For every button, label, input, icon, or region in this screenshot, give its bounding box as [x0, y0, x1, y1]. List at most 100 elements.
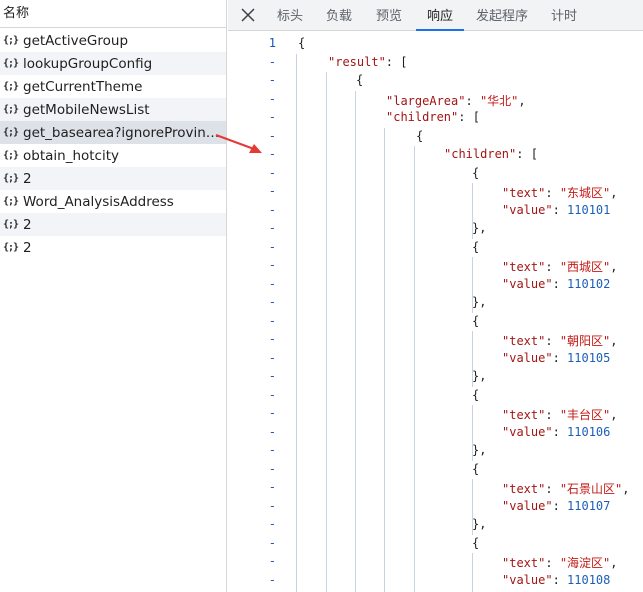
- fold-marker[interactable]: -: [256, 166, 276, 180]
- indent-guide: [326, 72, 327, 592]
- request-name: Word_AnalysisAddress: [23, 193, 174, 210]
- request-row[interactable]: {;} 2: [0, 213, 226, 236]
- response-code-viewer[interactable]: 1 - - - - - - - - - - - - - - - - - - - …: [228, 32, 643, 592]
- fold-marker[interactable]: -: [256, 332, 276, 346]
- code-line: {: [472, 388, 480, 402]
- code-line: {: [298, 36, 306, 50]
- code-line: "largeArea": "华北",: [386, 94, 526, 108]
- code-line: "text": "西城区",: [502, 260, 618, 274]
- request-row[interactable]: {;} 2: [0, 167, 226, 190]
- request-row[interactable]: {;} getCurrentTheme: [0, 75, 226, 98]
- code-line: },: [472, 295, 487, 309]
- close-icon[interactable]: [238, 5, 258, 25]
- fold-marker[interactable]: -: [256, 462, 276, 476]
- fold-marker[interactable]: -: [256, 425, 276, 439]
- code-line: {: [472, 314, 480, 328]
- code-line: },: [472, 517, 487, 531]
- code-line: "value": 110108: [502, 573, 611, 587]
- code-line: "text": "石景山区",: [502, 482, 630, 496]
- tab-headers[interactable]: 标头: [272, 0, 308, 31]
- request-name: 2: [23, 216, 32, 233]
- fold-marker[interactable]: -: [256, 499, 276, 513]
- name-column-header[interactable]: 名称: [0, 0, 226, 28]
- line-number: 1: [268, 36, 276, 50]
- tab-preview[interactable]: 预览: [371, 0, 407, 31]
- request-row[interactable]: {;} getMobileNewsList: [0, 98, 226, 121]
- code-line: "text": "海淀区",: [502, 556, 618, 570]
- fold-marker[interactable]: -: [256, 73, 276, 87]
- request-row[interactable]: {;} 2: [0, 236, 226, 259]
- fold-marker[interactable]: -: [256, 554, 276, 568]
- code-line: {: [472, 462, 480, 476]
- request-name: obtain_hotcity: [23, 147, 120, 164]
- request-name: get_basearea?ignoreProvince...: [23, 124, 226, 141]
- json-icon: {;}: [3, 104, 19, 115]
- fold-marker[interactable]: -: [256, 573, 276, 587]
- code-line: {: [472, 240, 480, 254]
- json-icon: {;}: [3, 150, 19, 161]
- code-line: "value": 110102: [502, 277, 611, 291]
- request-name: 2: [23, 170, 32, 187]
- request-name: getCurrentTheme: [23, 78, 143, 95]
- request-row-selected[interactable]: {;} get_basearea?ignoreProvince...: [0, 121, 226, 144]
- code-line: },: [472, 369, 487, 383]
- fold-marker[interactable]: -: [256, 369, 276, 383]
- request-name: lookupGroupConfig: [23, 55, 153, 72]
- indent-guide: [414, 146, 415, 592]
- fold-marker[interactable]: -: [256, 184, 276, 198]
- fold-marker[interactable]: -: [256, 480, 276, 494]
- json-icon: {;}: [3, 58, 19, 69]
- fold-marker[interactable]: -: [256, 295, 276, 309]
- indent-guide: [472, 553, 473, 592]
- fold-marker[interactable]: -: [256, 536, 276, 550]
- fold-marker[interactable]: -: [256, 203, 276, 217]
- fold-marker[interactable]: -: [256, 110, 276, 124]
- fold-marker[interactable]: -: [256, 406, 276, 420]
- tab-payload[interactable]: 负载: [321, 0, 357, 31]
- code-line: "value": 110107: [502, 499, 611, 513]
- indent-guide: [384, 128, 385, 592]
- request-name: 2: [23, 239, 32, 256]
- request-row[interactable]: {;} Word_AnalysisAddress: [0, 190, 226, 213]
- code-line: "text": "东城区",: [502, 186, 618, 200]
- fold-marker[interactable]: -: [256, 240, 276, 254]
- code-line: "result": [: [328, 55, 408, 69]
- code-line: "text": "朝阳区",: [502, 334, 618, 348]
- tab-timing[interactable]: 计时: [546, 0, 582, 31]
- json-icon: {;}: [3, 127, 19, 138]
- json-icon: {;}: [3, 242, 19, 253]
- code-line: "children": [: [444, 147, 538, 161]
- code-line: {: [416, 129, 424, 143]
- code-line: "value": 110105: [502, 351, 611, 365]
- indent-guide: [296, 54, 297, 592]
- code-line: },: [472, 443, 487, 457]
- tab-initiator[interactable]: 发起程序: [472, 0, 532, 31]
- fold-marker[interactable]: -: [256, 221, 276, 235]
- request-row[interactable]: {;} lookupGroupConfig: [0, 52, 226, 75]
- annotation-arrow-icon: [215, 134, 262, 153]
- request-name: getMobileNewsList: [23, 101, 150, 118]
- code-line: "value": 110106: [502, 425, 611, 439]
- code-line: {: [472, 536, 480, 550]
- request-row[interactable]: {;} getActiveGroup: [0, 29, 226, 52]
- code-line: {: [356, 73, 364, 87]
- detail-tab-bar: 标头 负载 预览 响应 发起程序 计时: [228, 0, 643, 31]
- request-row[interactable]: {;} obtain_hotcity: [0, 144, 226, 167]
- fold-marker[interactable]: -: [256, 351, 276, 365]
- json-icon: {;}: [3, 35, 19, 46]
- json-icon: {;}: [3, 196, 19, 207]
- fold-marker[interactable]: -: [256, 55, 276, 69]
- fold-marker[interactable]: -: [256, 258, 276, 272]
- response-detail-panel: 标头 负载 预览 响应 发起程序 计时 1 - - - - - - - - - …: [228, 0, 643, 592]
- request-list-panel: 名称 {;} getActiveGroup {;} lookupGroupCon…: [0, 0, 227, 592]
- fold-marker[interactable]: -: [256, 388, 276, 402]
- fold-marker[interactable]: -: [256, 92, 276, 106]
- json-icon: {;}: [3, 219, 19, 230]
- request-name: getActiveGroup: [23, 32, 129, 49]
- fold-marker[interactable]: -: [256, 277, 276, 291]
- tab-response[interactable]: 响应: [416, 0, 464, 31]
- fold-marker[interactable]: -: [256, 517, 276, 531]
- fold-marker[interactable]: -: [256, 314, 276, 328]
- code-line: "children": [: [386, 110, 480, 124]
- fold-marker[interactable]: -: [256, 443, 276, 457]
